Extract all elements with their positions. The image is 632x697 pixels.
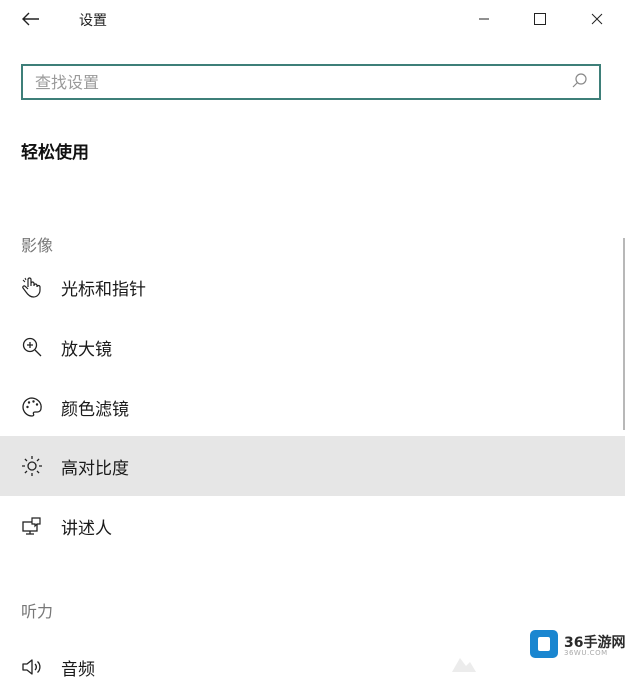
- close-icon[interactable]: [584, 6, 610, 32]
- palette-icon: [20, 395, 44, 419]
- page-title: 轻松使用: [21, 143, 89, 163]
- scrollbar[interactable]: [623, 238, 625, 430]
- nav-item-narrator[interactable]: 讲述人: [0, 496, 625, 556]
- nav-label: 讲述人: [61, 519, 112, 539]
- nav-label: 颜色滤镜: [61, 400, 129, 420]
- back-arrow-icon[interactable]: [20, 8, 42, 30]
- minimize-icon[interactable]: [471, 6, 497, 32]
- magnifier-plus-icon: [20, 335, 44, 359]
- search-icon[interactable]: [571, 72, 591, 92]
- section-header-vision: 影像: [21, 236, 54, 255]
- window-title: 设置: [79, 13, 107, 29]
- nav-label: 高对比度: [61, 459, 129, 479]
- nav-label: 放大镜: [61, 340, 112, 360]
- nav-item-color-filters[interactable]: 颜色滤镜: [0, 377, 625, 437]
- title-bar: 设置: [0, 0, 632, 38]
- nav-label: 光标和指针: [61, 280, 146, 300]
- nav-item-mouse-pointer[interactable]: 光标和指针: [0, 257, 625, 317]
- watermark-subtext: 36WU.COM: [564, 649, 608, 657]
- corner-logo-icon: [448, 652, 480, 676]
- nav-item-high-contrast[interactable]: 高对比度: [0, 436, 625, 496]
- section-header-hearing: 听力: [21, 602, 54, 621]
- nav-item-magnifier[interactable]: 放大镜: [0, 317, 625, 377]
- speaker-icon: [20, 655, 44, 679]
- watermark: 36手游网 36WU.COM: [528, 628, 628, 660]
- nav-label: 音频: [61, 660, 95, 680]
- pointer-hand-icon: [20, 275, 44, 299]
- watermark-logo-icon: [530, 630, 558, 658]
- narrator-icon: [20, 514, 44, 538]
- search-box[interactable]: [21, 64, 601, 100]
- brightness-icon: [20, 454, 44, 478]
- maximize-icon[interactable]: [527, 6, 553, 32]
- search-input[interactable]: [35, 66, 555, 98]
